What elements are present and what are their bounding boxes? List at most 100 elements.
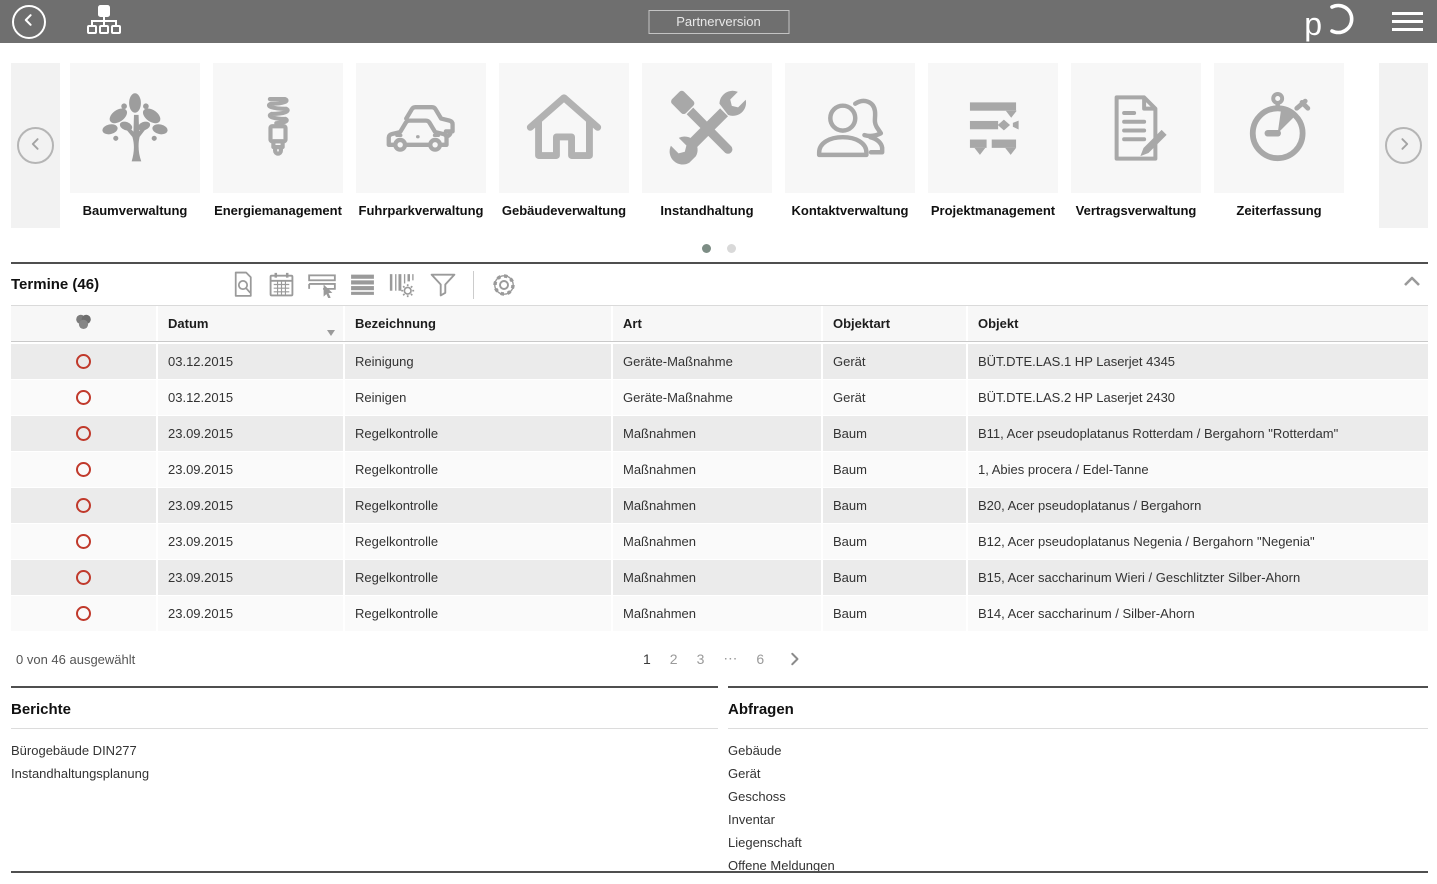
cell-bezeichnung: Regelkontrolle xyxy=(343,596,611,631)
sort-desc-icon xyxy=(327,330,335,336)
pagination-next-button[interactable] xyxy=(787,651,802,667)
cell-bezeichnung: Regelkontrolle xyxy=(343,452,611,487)
row-select-icon[interactable] xyxy=(307,272,337,298)
panel-divider xyxy=(11,686,718,688)
cell-bezeichnung: Regelkontrolle xyxy=(343,560,611,595)
gantt-icon xyxy=(928,63,1058,193)
cell-objekt: B14, Acer saccharinum / Silber-Ahorn xyxy=(966,596,1428,631)
module-tile[interactable]: Kontaktverwaltung xyxy=(785,63,915,218)
cell-datum: 23.09.2015 xyxy=(156,488,343,523)
status-circle-icon xyxy=(76,390,91,405)
column-header-bezeichnung[interactable]: Bezeichnung xyxy=(343,306,611,341)
status-circle-icon xyxy=(76,534,91,549)
column-header-objekt[interactable]: Objekt xyxy=(966,306,1428,341)
partnerversion-button[interactable]: Partnerversion xyxy=(648,10,789,34)
column-header-status[interactable] xyxy=(11,306,156,341)
carousel-page-dot[interactable] xyxy=(727,244,736,253)
cell-art: Maßnahmen xyxy=(611,488,821,523)
carousel-dots xyxy=(702,244,736,253)
module-tile[interactable]: Zeiterfassung xyxy=(1214,63,1344,218)
column-header-art[interactable]: Art xyxy=(611,306,821,341)
status-circle-icon xyxy=(76,426,91,441)
cell-bezeichnung: Regelkontrolle xyxy=(343,488,611,523)
collapse-section-button[interactable] xyxy=(1402,274,1422,291)
hamburger-menu-button[interactable] xyxy=(1392,12,1423,31)
cell-objektart: Baum xyxy=(821,596,966,631)
people-icon xyxy=(785,63,915,193)
cell-objekt: B20, Acer pseudoplatanus / Bergahorn xyxy=(966,488,1428,523)
status-circle-icon xyxy=(76,354,91,369)
abfragen-list: Gebäude Gerät Geschoss Inventar Liegenschaft… xyxy=(728,744,1428,873)
cell-bezeichnung: Reinigen xyxy=(343,380,611,415)
cell-objektart: Baum xyxy=(821,452,966,487)
bericht-item[interactable]: Instandhaltungsplanung xyxy=(11,767,718,781)
abfrage-item[interactable]: Gerät xyxy=(728,767,1428,781)
module-tile[interactable]: Gebäudeverwaltung xyxy=(499,63,629,218)
status-circle-icon xyxy=(76,606,91,621)
pagination-page-1[interactable]: 1 xyxy=(643,651,651,667)
termine-table-body: 03.12.2015 Reinigung Geräte-Maßnahme Ger… xyxy=(11,344,1428,632)
column-header-datum[interactable]: Datum xyxy=(156,306,343,341)
module-tile[interactable]: Vertragsverwaltung xyxy=(1071,63,1201,218)
module-tile[interactable]: Energiemanagement xyxy=(213,63,343,218)
abfrage-item[interactable]: Geschoss xyxy=(728,790,1428,804)
cell-art: Geräte-Maßnahme xyxy=(611,344,821,379)
table-row[interactable]: 03.12.2015 Reinigen Geräte-Maßnahme Gerä… xyxy=(11,380,1428,416)
abfrage-item[interactable]: Inventar xyxy=(728,813,1428,827)
tools-icon xyxy=(642,63,772,193)
pagination: 123⋯6 xyxy=(643,650,802,667)
tree-icon xyxy=(70,63,200,193)
pagination-page-3[interactable]: 3 xyxy=(697,651,705,667)
toolbar-separator xyxy=(473,271,474,299)
carousel-prev-button[interactable] xyxy=(17,127,54,164)
cell-art: Maßnahmen xyxy=(611,416,821,451)
cfl-bulb-icon xyxy=(213,63,343,193)
cell-bezeichnung: Regelkontrolle xyxy=(343,524,611,559)
module-tile[interactable]: Fuhrparkverwaltung xyxy=(356,63,486,218)
carousel-page-dot[interactable] xyxy=(702,244,711,253)
module-label: Gebäudeverwaltung xyxy=(499,203,629,218)
module-tile[interactable]: Projektmanagement xyxy=(928,63,1058,218)
table-row[interactable]: 23.09.2015 Regelkontrolle Maßnahmen Baum… xyxy=(11,596,1428,632)
column-header-objektart[interactable]: Objektart xyxy=(821,306,966,341)
cell-datum: 23.09.2015 xyxy=(156,560,343,595)
document-search-icon[interactable] xyxy=(231,271,256,298)
cell-bezeichnung: Regelkontrolle xyxy=(343,416,611,451)
termine-footer: 0 von 46 ausgewählt 123⋯6 xyxy=(11,632,1428,686)
cell-datum: 03.12.2015 xyxy=(156,380,343,415)
filter-icon[interactable] xyxy=(428,271,458,298)
settings-icon[interactable] xyxy=(489,270,519,300)
selection-status: 0 von 46 ausgewählt xyxy=(16,652,135,667)
table-row[interactable]: 23.09.2015 Regelkontrolle Maßnahmen Baum… xyxy=(11,524,1428,560)
carousel-next-button[interactable] xyxy=(1385,127,1422,164)
module-label: Projektmanagement xyxy=(928,203,1058,218)
cell-datum: 03.12.2015 xyxy=(156,344,343,379)
cell-art: Geräte-Maßnahme xyxy=(611,380,821,415)
back-button[interactable] xyxy=(12,5,46,39)
table-row[interactable]: 23.09.2015 Regelkontrolle Maßnahmen Baum… xyxy=(11,416,1428,452)
abfrage-item[interactable]: Gebäude xyxy=(728,744,1428,758)
cell-objektart: Gerät xyxy=(821,380,966,415)
calendar-icon[interactable] xyxy=(268,271,295,298)
chevron-left-icon xyxy=(21,12,37,31)
status-circle-icon xyxy=(76,498,91,513)
carousel-right-strip xyxy=(1379,63,1428,228)
table-row[interactable]: 23.09.2015 Regelkontrolle Maßnahmen Baum… xyxy=(11,560,1428,596)
list-rows-icon[interactable] xyxy=(349,271,376,298)
cell-objekt: BÜT.DTE.LAS.1 HP Laserjet 4345 xyxy=(966,344,1428,379)
abfrage-item[interactable]: Liegenschaft xyxy=(728,836,1428,850)
pagination-page-2[interactable]: 2 xyxy=(670,651,678,667)
barcode-settings-icon[interactable] xyxy=(388,271,416,298)
org-chart-button[interactable] xyxy=(86,5,122,38)
org-chart-icon xyxy=(86,5,122,38)
table-row[interactable]: 23.09.2015 Regelkontrolle Maßnahmen Baum… xyxy=(11,452,1428,488)
bericht-item[interactable]: Bürogebäude DIN277 xyxy=(11,744,718,758)
cell-objekt: B15, Acer saccharinum Wieri / Geschlitzt… xyxy=(966,560,1428,595)
module-tile[interactable]: Baumverwaltung xyxy=(70,63,200,218)
table-row[interactable]: 23.09.2015 Regelkontrolle Maßnahmen Baum… xyxy=(11,488,1428,524)
table-row[interactable]: 03.12.2015 Reinigung Geräte-Maßnahme Ger… xyxy=(11,344,1428,380)
module-tile[interactable]: Instandhaltung xyxy=(642,63,772,218)
pagination-page-6[interactable]: 6 xyxy=(756,651,764,667)
termine-title: Termine (46) xyxy=(11,276,99,293)
cars-icon xyxy=(356,63,486,193)
